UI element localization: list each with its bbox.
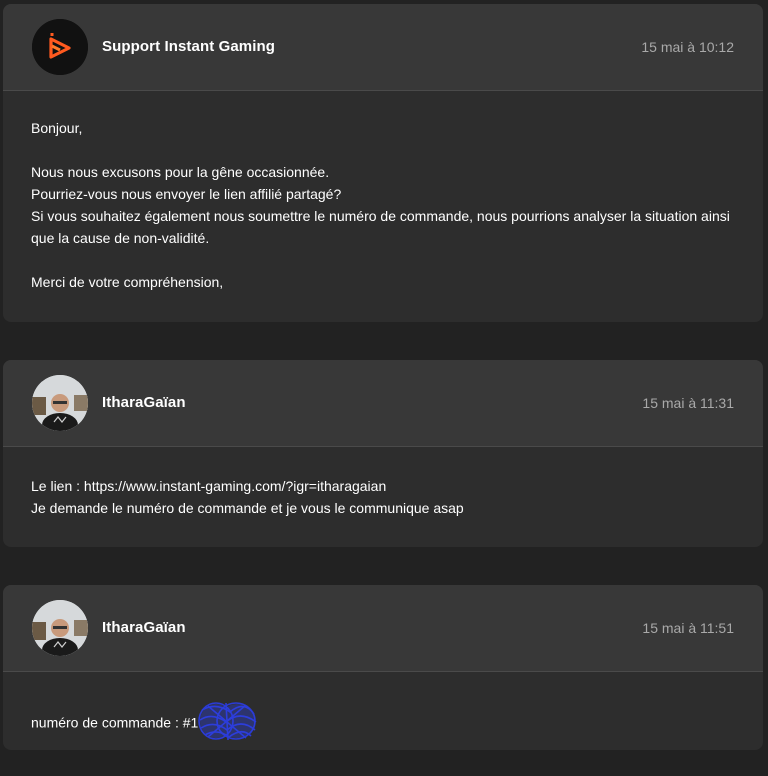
author-name: ItharaGaïan — [102, 619, 186, 636]
message-line — [31, 139, 735, 161]
user-photo-avatar[interactable] — [32, 375, 88, 431]
blue-scribble-redaction — [196, 700, 258, 748]
message-line — [31, 249, 735, 271]
message-timestamp: 15 mai à 11:51 — [642, 620, 734, 636]
message-body: numéro de commande : #1 — [3, 672, 763, 750]
message-header: ItharaGaïan 15 mai à 11:51 — [3, 585, 763, 672]
message-line: Pourriez-vous nous envoyer le lien affil… — [31, 186, 342, 202]
message-timestamp: 15 mai à 11:31 — [642, 395, 734, 411]
message-body: Le lien : https://www.instant-gaming.com… — [3, 447, 763, 545]
message-body: Bonjour, Nous nous excusons pour la gêne… — [3, 91, 763, 319]
message-line: Merci de votre compréhension, — [31, 274, 224, 290]
message-card: Support Instant Gaming 15 mai à 10:12 Bo… — [3, 4, 763, 322]
message-card: ItharaGaïan 15 mai à 11:31 Le lien : htt… — [3, 360, 763, 547]
instant-gaming-logo-icon — [32, 19, 88, 75]
message-card: ItharaGaïan 15 mai à 11:51 numéro de com… — [3, 585, 763, 750]
user-photo-avatar[interactable] — [32, 600, 88, 656]
message-header: ItharaGaïan 15 mai à 11:31 — [3, 360, 763, 447]
message-line: Je demande le numéro de commande et je v… — [31, 500, 464, 516]
message-line: que la cause de non-validité. — [31, 230, 210, 246]
message-line: Le lien : https://www.instant-gaming.com… — [31, 478, 387, 494]
message-timestamp: 15 mai à 10:12 — [641, 39, 734, 55]
author-name: Support Instant Gaming — [102, 38, 276, 55]
message-line: numéro de commande : #1 — [31, 700, 735, 748]
ticket-thread: Support Instant Gaming 15 mai à 10:12 Bo… — [0, 0, 768, 776]
message-header: Support Instant Gaming 15 mai à 10:12 — [3, 4, 763, 91]
message-line: Si vous souhaitez également nous soumett… — [31, 208, 730, 224]
order-number-label: numéro de commande : #1 — [31, 714, 199, 731]
message-line: Nous nous excusons pour la gêne occasion… — [31, 164, 330, 180]
message-line: Bonjour, — [31, 120, 83, 136]
author-name: ItharaGaïan — [102, 394, 186, 411]
